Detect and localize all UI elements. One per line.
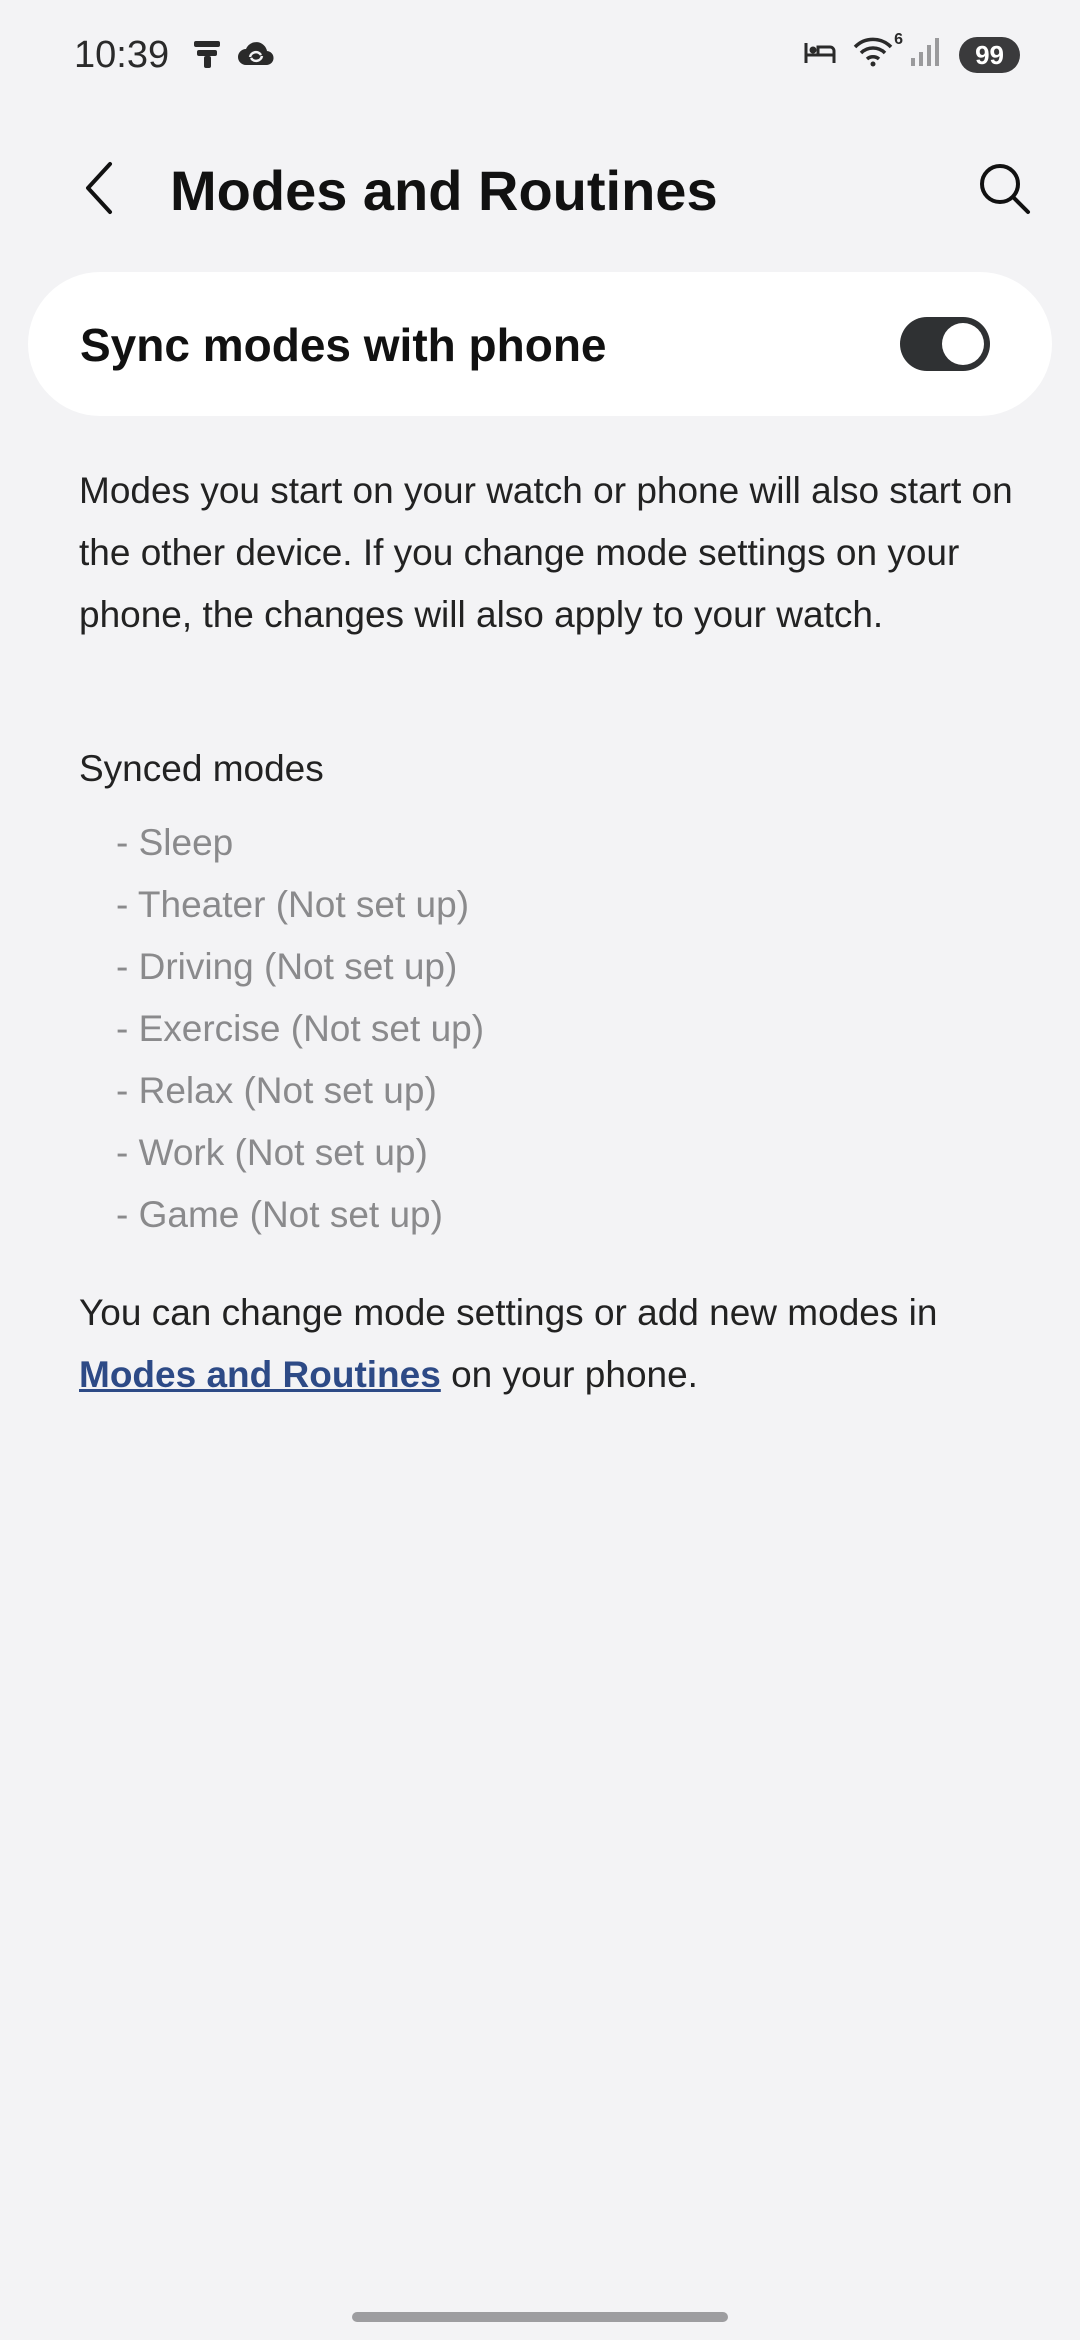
sync-description: Modes you start on your watch or phone w… [79, 470, 1013, 635]
status-right-icons: 6 99 [803, 31, 1020, 73]
cloud-sync-icon [236, 39, 276, 74]
status-bar: 10:39 6 99 [0, 0, 1080, 120]
home-indicator[interactable] [352, 2312, 728, 2322]
sync-modes-card[interactable]: Sync modes with phone [28, 272, 1052, 416]
mode-item-theater: - Theater (Not set up) [116, 884, 470, 925]
synced-modes-list: - Sleep - Theater (Not set up) - Driving… [116, 812, 484, 1246]
signal-icon [909, 36, 943, 73]
status-time: 10:39 [74, 34, 170, 76]
tiktok-icon [192, 38, 222, 75]
toggle-knob [942, 323, 984, 365]
sync-modes-label: Sync modes with phone [80, 319, 607, 371]
battery-indicator: 99 [959, 36, 1020, 73]
search-icon [976, 160, 1032, 221]
mode-item-driving: - Driving (Not set up) [116, 946, 458, 987]
sync-modes-toggle[interactable] [900, 317, 990, 371]
synced-modes-heading: Synced modes [79, 748, 324, 789]
back-button[interactable] [70, 160, 130, 220]
chevron-left-icon [80, 160, 120, 221]
footer-suffix: on your phone. [440, 1354, 698, 1395]
modes-and-routines-link[interactable]: Modes and Routines [79, 1354, 441, 1395]
footer-prefix: You can change mode settings or add new … [79, 1292, 938, 1333]
page-title: Modes and Routines [170, 159, 718, 222]
app-bar: Modes and Routines [0, 140, 1080, 240]
mode-item-sleep: - Sleep [116, 822, 234, 863]
status-left-icons [192, 38, 276, 75]
wifi-icon: 6 [853, 31, 903, 72]
mode-item-work: - Work (Not set up) [116, 1132, 428, 1173]
bed-icon [803, 37, 837, 72]
mode-item-exercise: - Exercise (Not set up) [116, 1008, 485, 1049]
mode-item-game: - Game (Not set up) [116, 1194, 443, 1235]
wifi-badge: 6 [894, 31, 904, 48]
search-button[interactable] [972, 158, 1036, 222]
footer-text: You can change mode settings or add new … [79, 1282, 1019, 1406]
mode-item-relax: - Relax (Not set up) [116, 1070, 437, 1111]
